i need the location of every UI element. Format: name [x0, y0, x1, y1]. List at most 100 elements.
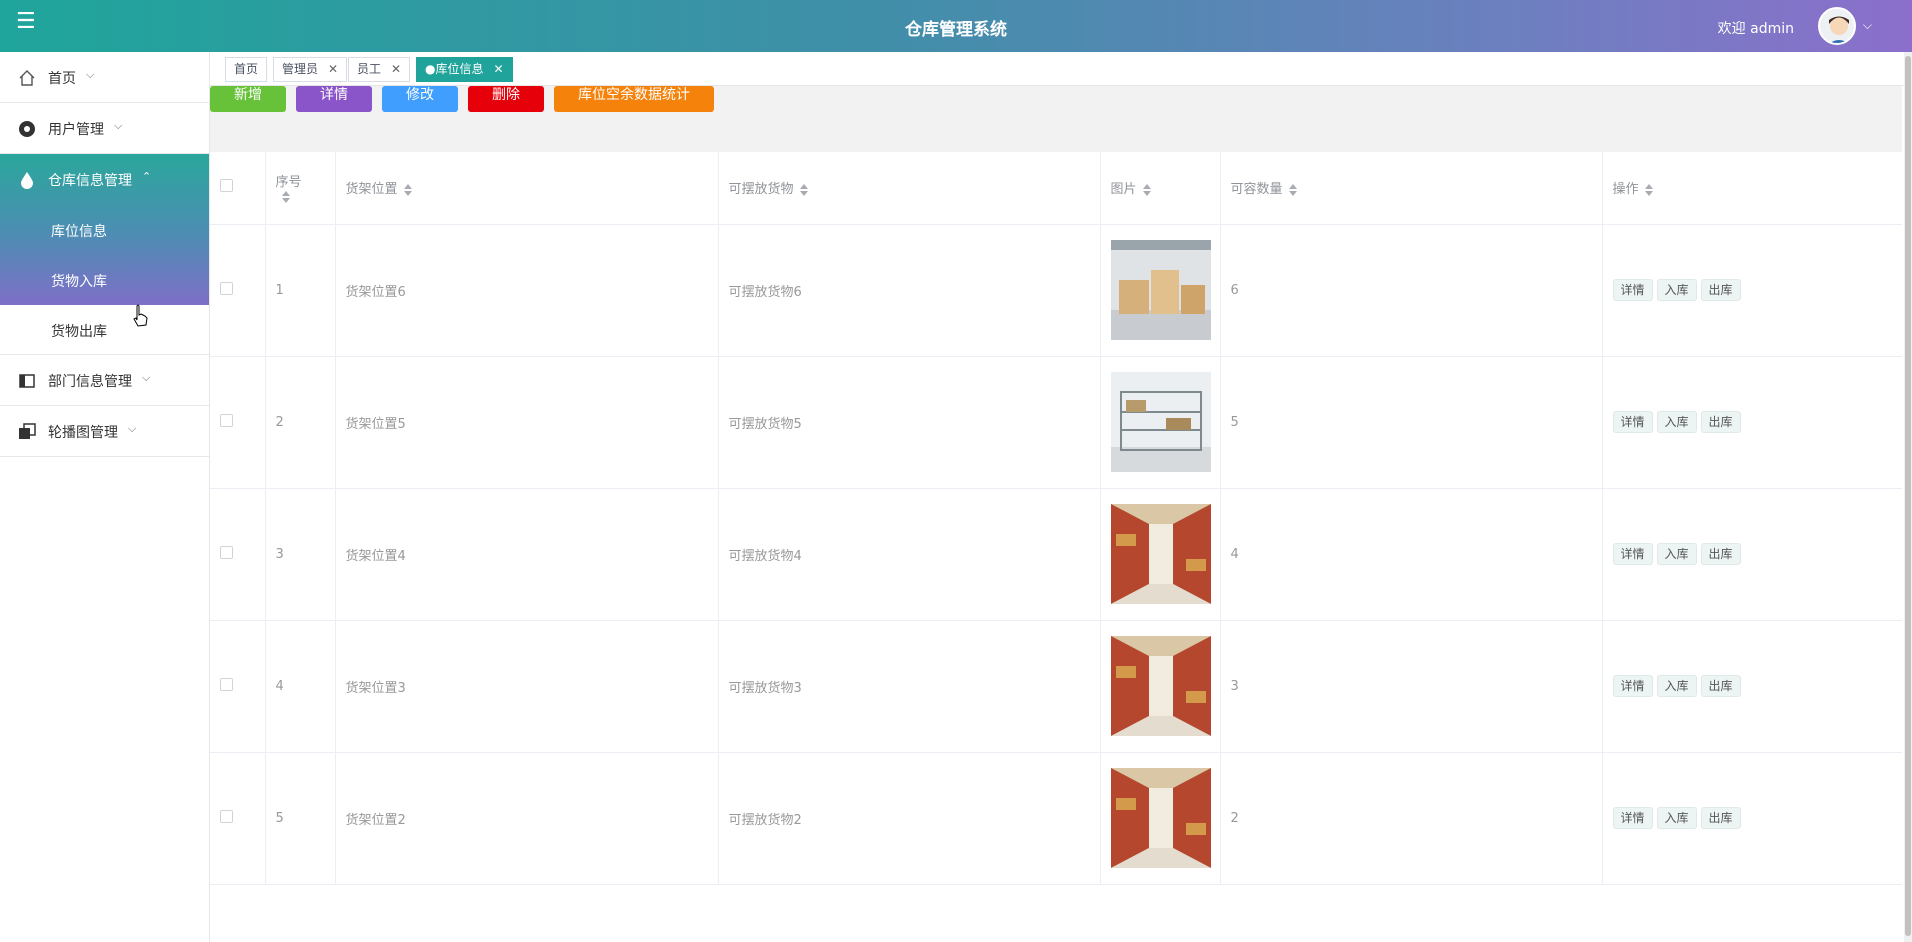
tab-home[interactable]: 首页	[225, 57, 268, 82]
row-stock-in-button[interactable]: 入库	[1656, 543, 1697, 565]
close-icon[interactable]: ✕	[493, 62, 503, 76]
tab-staff[interactable]: 员工 ✕	[348, 57, 411, 82]
select-all-checkbox[interactable]	[220, 179, 233, 193]
sidebar-item-carousel[interactable]: 轮播图管理 ⌵	[0, 406, 209, 457]
row-stock-out-button[interactable]: 出库	[1700, 279, 1741, 301]
sidebar-item-departments[interactable]: 部门信息管理 ⌵	[0, 355, 209, 406]
row-stock-in-button[interactable]: 入库	[1656, 411, 1697, 433]
close-icon[interactable]: ✕	[328, 62, 338, 76]
sort-icon[interactable]	[281, 191, 290, 204]
row-detail-button[interactable]: 详情	[1612, 279, 1653, 301]
table-row[interactable]: 3 货架位置4 可摆放货物4 4 详情 入库 出库	[210, 488, 1902, 621]
row-stock-out-button[interactable]: 出库	[1700, 411, 1741, 433]
cell-actions: 详情 入库 出库	[1602, 356, 1902, 489]
top-bar: ☰ 仓库管理系统 欢迎 admin ⌵	[0, 0, 1912, 52]
row-checkbox[interactable]	[220, 545, 233, 559]
avatar[interactable]	[1818, 7, 1856, 45]
delete-button[interactable]: 删除	[468, 86, 544, 112]
sort-icon[interactable]	[1142, 183, 1151, 196]
warehouse-image	[1110, 768, 1211, 868]
detail-button[interactable]: 详情	[296, 86, 372, 112]
cell-goods: 可摆放货物3	[718, 620, 1101, 753]
cell-actions: 详情 入库 出库	[1602, 488, 1902, 621]
sidebar-item-label: 轮播图管理	[48, 425, 118, 441]
sort-icon[interactable]	[1288, 183, 1297, 196]
column-header-no[interactable]: 序号	[265, 152, 336, 225]
row-stock-out-button[interactable]: 出库	[1700, 675, 1741, 697]
sidebar-subitem-label: 货物出库	[51, 324, 107, 340]
row-detail-button[interactable]: 详情	[1612, 807, 1653, 829]
sidebar-item-home[interactable]: 首页 ⌵	[0, 52, 209, 103]
cell-image	[1100, 752, 1221, 885]
sidebar-subitem-goods-out[interactable]: 货物出库	[0, 305, 209, 355]
stats-button[interactable]: 库位空余数据统计	[554, 86, 714, 112]
row-detail-button[interactable]: 详情	[1612, 543, 1653, 565]
tab-location-info[interactable]: ●库位信息 ✕	[416, 57, 513, 82]
page-scrollbar[interactable]	[1904, 52, 1912, 942]
row-select-cell	[210, 620, 266, 753]
column-header-capacity[interactable]: 可容数量	[1220, 152, 1603, 225]
welcome-text: 欢迎 admin	[1717, 21, 1794, 37]
row-detail-button[interactable]: 详情	[1612, 411, 1653, 433]
add-button-label: 新增	[234, 87, 262, 103]
cell-location: 货架位置4	[335, 488, 719, 621]
warehouse-image	[1110, 636, 1211, 736]
table-row[interactable]: 2 货架位置5 可摆放货物5 5 详情 入库 出库	[210, 356, 1902, 489]
sidebar: 首页 ⌵ 用户管理 ⌵ 仓库信息管理 ⌃ 库位信息 货物入库 货物出库 部门信息…	[0, 52, 210, 942]
row-checkbox[interactable]	[220, 677, 233, 691]
cell-image	[1100, 488, 1221, 621]
panel-icon	[19, 374, 35, 388]
edit-button[interactable]: 修改	[382, 86, 458, 112]
cell-capacity: 5	[1220, 356, 1603, 489]
chevron-down-icon: ⌵	[114, 119, 123, 132]
cell-no: 5	[265, 752, 336, 885]
column-header-goods[interactable]: 可摆放货物	[718, 152, 1101, 225]
row-checkbox[interactable]	[220, 281, 233, 295]
row-checkbox[interactable]	[220, 413, 233, 427]
cell-image	[1100, 620, 1221, 753]
sidebar-item-users[interactable]: 用户管理 ⌵	[0, 103, 209, 154]
cell-no: 3	[265, 488, 336, 621]
cell-no: 2	[265, 356, 336, 489]
sidebar-item-label: 用户管理	[48, 122, 104, 138]
add-button[interactable]: 新增	[210, 86, 286, 112]
row-stock-in-button[interactable]: 入库	[1656, 675, 1697, 697]
sort-icon[interactable]	[403, 183, 412, 196]
column-header-image[interactable]: 图片	[1100, 152, 1221, 225]
sort-icon[interactable]	[799, 183, 808, 196]
table-row[interactable]: 1 货架位置6 可摆放货物6 6 详情 入库 出库	[210, 224, 1902, 357]
row-stock-in-button[interactable]: 入库	[1656, 807, 1697, 829]
row-checkbox[interactable]	[220, 809, 233, 823]
table-header-row: 序号 货架位置 可摆放货物 图片 可容数量 操作	[210, 152, 1902, 225]
table-row[interactable]: 5 货架位置2 可摆放货物2 2 详情 入库 出库	[210, 752, 1902, 885]
column-header-actions[interactable]: 操作	[1602, 152, 1902, 225]
cell-image	[1100, 224, 1221, 357]
warehouse-image	[1110, 240, 1211, 340]
cell-goods: 可摆放货物2	[718, 752, 1101, 885]
row-stock-out-button[interactable]: 出库	[1700, 543, 1741, 565]
sidebar-subitem-goods-in[interactable]: 货物入库	[0, 255, 209, 305]
sidebar-subitem-location-info[interactable]: 库位信息	[0, 205, 209, 255]
cell-location: 货架位置3	[335, 620, 719, 753]
tab-bar: 首页 管理员 ✕ 员工 ✕ ●库位信息 ✕	[210, 52, 1912, 86]
main-content: 新增 详情 修改 删除 库位空余数据统计 序号 货架位置 可摆放货物 图片 可容…	[210, 86, 1902, 942]
scrollbar-thumb[interactable]	[1905, 56, 1911, 936]
cell-actions: 详情 入库 出库	[1602, 752, 1902, 885]
sort-icon[interactable]	[1644, 183, 1653, 196]
close-icon[interactable]: ✕	[391, 62, 401, 76]
tab-label: 首页	[234, 62, 259, 76]
cell-goods: 可摆放货物5	[718, 356, 1101, 489]
tab-admin[interactable]: 管理员 ✕	[273, 57, 348, 82]
warehouse-image	[1110, 372, 1211, 472]
row-stock-in-button[interactable]: 入库	[1656, 279, 1697, 301]
row-select-cell	[210, 752, 266, 885]
chevron-down-icon[interactable]: ⌵	[1863, 18, 1872, 33]
sidebar-item-warehouse[interactable]: 仓库信息管理 ⌃	[0, 154, 209, 205]
table-row[interactable]: 4 货架位置3 可摆放货物3 3 详情 入库 出库	[210, 620, 1902, 753]
column-header-label: 图片	[1110, 182, 1137, 198]
row-detail-button[interactable]: 详情	[1612, 675, 1653, 697]
cell-capacity: 2	[1220, 752, 1603, 885]
column-header-location[interactable]: 货架位置	[335, 152, 719, 225]
detail-button-label: 详情	[320, 87, 348, 103]
row-stock-out-button[interactable]: 出库	[1700, 807, 1741, 829]
